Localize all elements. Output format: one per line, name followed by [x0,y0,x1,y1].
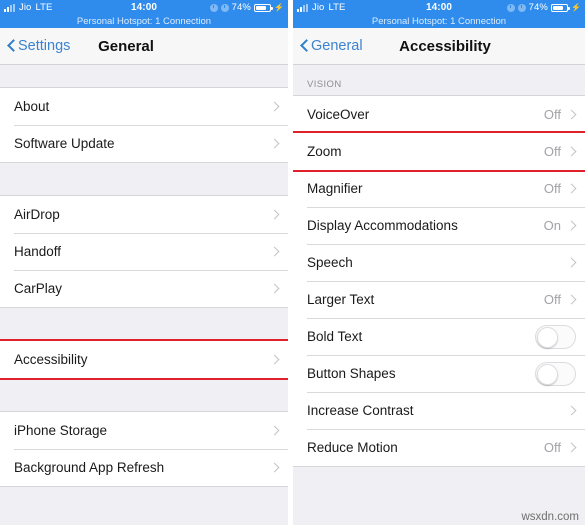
location-arrow-icon [506,3,515,12]
row-label: Accessibility [14,352,88,367]
chevron-right-icon [271,245,279,258]
accessibility-row-increase-contrast[interactable]: Increase Contrast [293,392,585,429]
chevron-right-icon [568,293,576,306]
row-label: Software Update [14,136,115,151]
chevron-right-icon [271,137,279,150]
settings-row-accessibility[interactable]: Accessibility [0,339,288,380]
accessibility-row-zoom[interactable]: Zoom Off [293,131,585,172]
row-label: Speech [307,255,353,270]
row-label: Larger Text [307,292,375,307]
section-header-vision: VISION [307,79,342,90]
row-label: Button Shapes [307,366,396,381]
accessibility-row-bold-text[interactable]: Bold Text [293,318,585,355]
chevron-right-icon [271,100,279,113]
right-phone-screen: Jio LTE 14:00 74% ⚡ Personal Hotspot: 1 … [293,0,585,525]
alarm-clock-icon [517,3,526,12]
lightning-bolt-icon: ⚡ [570,3,581,12]
settings-row-carplay[interactable]: CarPlay [0,270,288,307]
accessibility-row-button-shapes[interactable]: Button Shapes [293,355,585,392]
settings-row-background-app-refresh[interactable]: Background App Refresh [0,449,288,486]
hotspot-banner: Personal Hotspot: 1 Connection [371,16,507,27]
row-value: Off [543,181,561,196]
chevron-right-icon [568,219,576,232]
settings-group-4: iPhone Storage Background App Refresh [0,411,288,487]
settings-row-handoff[interactable]: Handoff [0,233,288,270]
row-label: VoiceOver [307,107,370,122]
accessibility-row-display-accommodations[interactable]: Display Accommodations On [293,207,585,244]
settings-row-about[interactable]: About [0,88,288,125]
chevron-right-icon [271,208,279,221]
chevron-right-icon [568,108,576,121]
row-label: Display Accommodations [307,218,458,233]
toggle-knob [537,326,558,348]
site-watermark: wsxdn.com [521,511,579,523]
page-title-general: General [98,37,154,55]
settings-row-software-update[interactable]: Software Update [0,125,288,162]
battery-icon [550,3,570,12]
chevron-right-icon [568,441,576,454]
accessibility-row-speech[interactable]: Speech [293,244,585,281]
chevron-right-icon [271,282,279,295]
battery-icon [253,3,273,12]
row-label: Zoom [307,144,342,159]
row-label: Background App Refresh [14,460,165,475]
row-label: CarPlay [14,281,63,296]
chevron-right-icon [271,424,279,437]
location-arrow-icon [209,3,218,12]
chevron-right-icon [271,353,279,366]
chevron-right-icon [568,404,576,417]
bold-text-toggle[interactable] [535,324,576,349]
battery-percent: 74% [231,2,251,13]
row-label: About [14,99,50,114]
chevron-right-icon [568,256,576,269]
list-spacer [0,65,288,87]
row-label: iPhone Storage [14,423,108,438]
chevron-right-icon [568,182,576,195]
row-value: Off [543,440,561,455]
status-bar-right: Jio LTE 14:00 74% ⚡ Personal Hotspot: 1 … [293,0,585,28]
accessibility-row-reduce-motion[interactable]: Reduce Motion Off [293,429,585,466]
row-value: Off [543,107,561,122]
chevron-right-icon [271,461,279,474]
settings-row-iphone-storage[interactable]: iPhone Storage [0,412,288,449]
button-shapes-toggle[interactable] [535,361,576,386]
status-bar-left: Jio LTE 14:00 74% ⚡ Personal Hotspot: 1 … [0,0,288,28]
alarm-clock-icon [220,3,229,12]
hotspot-banner: Personal Hotspot: 1 Connection [76,16,212,27]
settings-group-1: About Software Update [0,87,288,163]
dual-screenshot-container: Jio LTE 14:00 74% ⚡ Personal Hotspot: 1 … [0,0,585,525]
row-label: Magnifier [307,181,363,196]
row-value: On [543,218,561,233]
battery-percent: 74% [528,2,548,13]
nav-bar-right: General Accessibility [293,28,585,65]
row-label: Reduce Motion [307,440,398,455]
chevron-right-icon [568,145,576,158]
settings-group-3: Accessibility [0,339,288,380]
left-phone-screen: Jio LTE 14:00 74% ⚡ Personal Hotspot: 1 … [0,0,288,525]
accessibility-row-voiceover[interactable]: VoiceOver Off [293,96,585,133]
row-value: Off [543,144,561,159]
accessibility-row-larger-text[interactable]: Larger Text Off [293,281,585,318]
list-spacer [0,163,288,195]
row-label: Increase Contrast [307,403,414,418]
row-value: Off [543,292,561,307]
accessibility-row-magnifier[interactable]: Magnifier Off [293,170,585,207]
list-spacer [0,308,288,340]
row-label: AirDrop [14,207,60,222]
row-label: Bold Text [307,329,363,344]
lightning-bolt-icon: ⚡ [273,3,284,12]
settings-group-2: AirDrop Handoff CarPlay [0,195,288,308]
page-title-accessibility: Accessibility [399,37,491,55]
row-label: Handoff [14,244,62,259]
settings-row-airdrop[interactable]: AirDrop [0,196,288,233]
accessibility-group-vision: VoiceOver Off Zoom Off Magnifier Off Dis… [293,95,585,467]
list-spacer [0,379,288,411]
nav-bar-left: Settings General [0,28,288,65]
toggle-knob [537,363,558,385]
